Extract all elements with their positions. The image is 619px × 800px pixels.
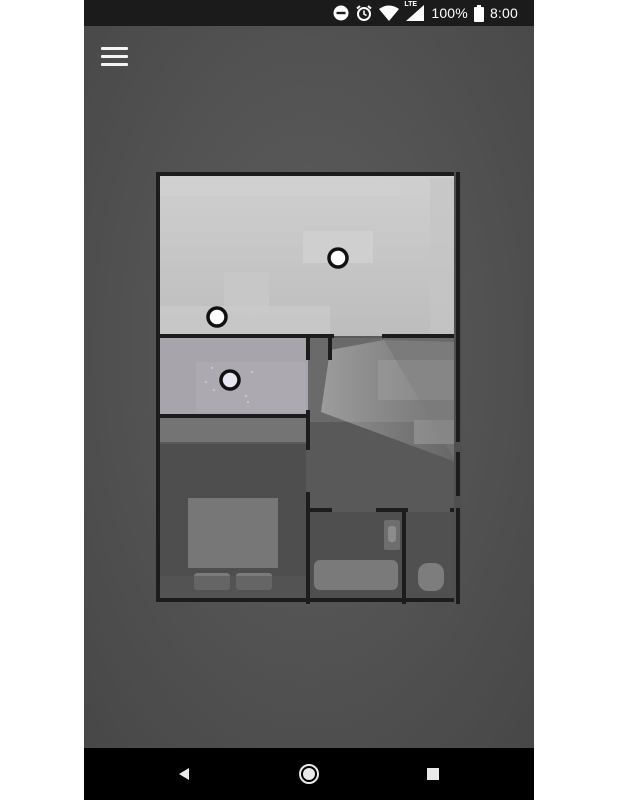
- cell-signal-icon: LTE: [404, 1, 425, 22]
- status-bar: LTE 100% 8:00: [84, 0, 534, 26]
- navigation-bar: [84, 748, 534, 800]
- battery-icon: [473, 4, 484, 22]
- sofa: [160, 306, 330, 334]
- phone-screen: LTE 100% 8:00: [84, 0, 534, 800]
- bathtub: [314, 560, 398, 590]
- alarm-icon: [355, 4, 373, 22]
- faucet: [388, 526, 396, 542]
- wifi-icon: [379, 5, 400, 21]
- battery-percent: 100%: [431, 5, 468, 21]
- camera-marker-living-room[interactable]: [327, 247, 349, 269]
- bedroom-rug: [160, 576, 306, 600]
- camera-marker-window[interactable]: [206, 306, 228, 328]
- network-type-label: LTE: [404, 1, 418, 8]
- living-room-cabinet: [430, 178, 456, 334]
- main-content: [84, 26, 534, 748]
- toilet: [418, 563, 444, 591]
- hallway-table: [196, 362, 306, 412]
- bed: [188, 498, 278, 568]
- kitchen-counter: [160, 418, 306, 442]
- camera-marker-hallway[interactable]: [219, 369, 241, 391]
- do-not-disturb-icon: [333, 5, 349, 21]
- floor-plan: [156, 172, 462, 604]
- hamburger-menu-icon[interactable]: [98, 42, 132, 72]
- back-icon[interactable]: [170, 760, 198, 788]
- recents-icon[interactable]: [419, 760, 447, 788]
- clock: 8:00: [489, 5, 518, 21]
- living-room-shelf: [160, 178, 400, 196]
- home-icon[interactable]: [295, 760, 323, 788]
